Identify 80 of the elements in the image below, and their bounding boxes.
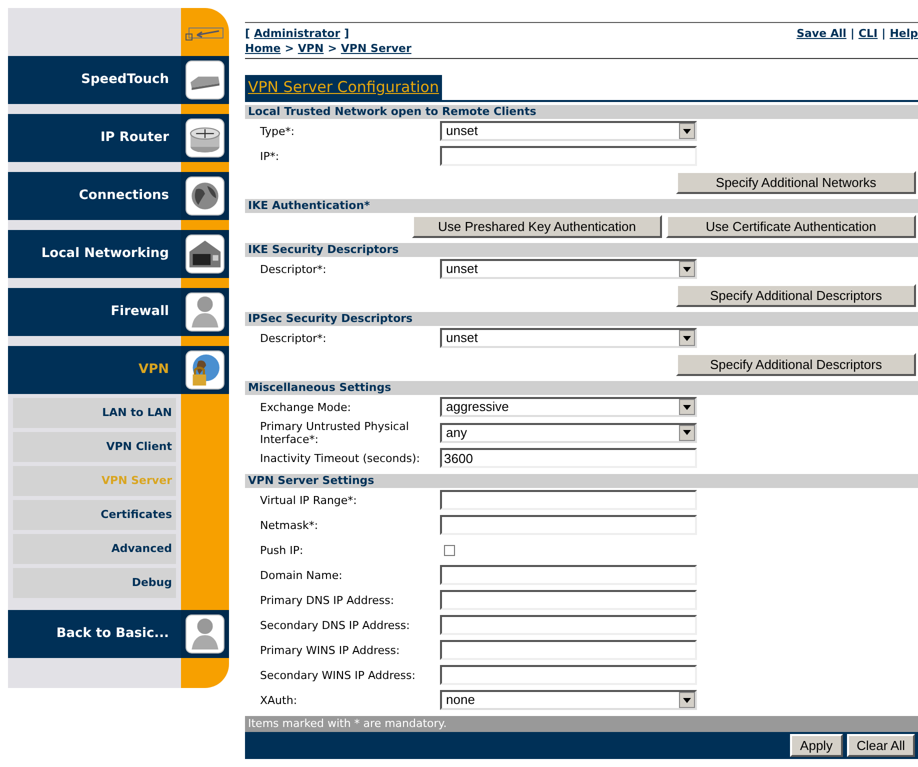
subnav-item[interactable]: Certificates bbox=[13, 500, 176, 530]
house-icon bbox=[185, 234, 225, 274]
back-to-basic-item[interactable]: Back to Basic... bbox=[8, 610, 229, 658]
page-title: VPN Server Configuration bbox=[245, 75, 442, 100]
section-header: IPSec Security Descriptors bbox=[245, 312, 918, 326]
header-link[interactable]: Help bbox=[890, 26, 918, 42]
input-field[interactable] bbox=[440, 590, 697, 610]
form-button[interactable]: Use Certificate Authentication bbox=[666, 214, 916, 238]
field-label: Inactivity Timeout (seconds): bbox=[259, 452, 421, 464]
field-label: Netmask*: bbox=[259, 518, 320, 532]
field-label: Primary DNS IP Address: bbox=[259, 594, 396, 606]
input-field[interactable] bbox=[440, 565, 697, 585]
breadcrumb-separator: > bbox=[284, 41, 294, 56]
nav-item[interactable]: SpeedTouch bbox=[8, 56, 229, 104]
subnav-item[interactable]: Advanced bbox=[13, 534, 176, 564]
field-label: Push IP: bbox=[259, 544, 304, 556]
section-header: VPN Server Settings bbox=[245, 474, 918, 488]
nav-item[interactable]: Firewall bbox=[8, 288, 229, 336]
field-label: IP*: bbox=[259, 150, 280, 162]
section-header: Local Trusted Network open to Remote Clients bbox=[245, 104, 918, 118]
field-label: Secondary WINS IP Address: bbox=[259, 668, 416, 682]
section-header: IKE Security Descriptors bbox=[245, 242, 918, 256]
checkbox[interactable] bbox=[444, 544, 455, 556]
dropdown[interactable]: none bbox=[440, 690, 697, 710]
field-label: XAuth: bbox=[259, 694, 298, 706]
field-label: Domain Name: bbox=[259, 568, 344, 582]
form-button[interactable]: Specify Additional Descriptors bbox=[676, 352, 916, 376]
input-field[interactable] bbox=[440, 515, 697, 535]
footer-button[interactable]: Apply bbox=[790, 734, 843, 756]
dropdown[interactable]: unset bbox=[440, 259, 697, 279]
globe-lock-icon bbox=[185, 350, 225, 390]
nav-item[interactable]: VPN bbox=[8, 346, 229, 394]
field-label: Virtual IP Range*: bbox=[259, 494, 358, 506]
nav-item[interactable]: Connections bbox=[8, 172, 229, 220]
input-field[interactable] bbox=[440, 615, 697, 635]
form-button[interactable]: Use Preshared Key Authentication bbox=[412, 214, 662, 238]
administrator-link[interactable]: Administrator bbox=[254, 26, 340, 41]
dropdown[interactable]: any bbox=[440, 422, 697, 442]
footer-button[interactable]: Clear All bbox=[846, 734, 915, 756]
breadcrumb-separator: > bbox=[328, 41, 337, 56]
modem-icon bbox=[185, 60, 225, 100]
field-label: Descriptor*: bbox=[259, 262, 328, 276]
form-button[interactable]: Specify Additional Descriptors bbox=[676, 284, 916, 306]
input-field[interactable] bbox=[440, 640, 697, 660]
field-label: Type*: bbox=[259, 124, 296, 138]
breadcrumb-link[interactable]: Home bbox=[245, 41, 281, 56]
breadcrumb-link[interactable]: VPN bbox=[298, 41, 324, 56]
dropdown[interactable]: aggressive bbox=[440, 397, 697, 417]
form-button[interactable]: Specify Additional Networks bbox=[676, 170, 916, 194]
subnav-item[interactable]: VPN Client bbox=[13, 432, 176, 462]
dropdown[interactable]: unset bbox=[440, 328, 697, 348]
link-separator: | bbox=[850, 26, 854, 42]
bracket-text: [ bbox=[245, 26, 250, 41]
field-label: Descriptor*: bbox=[259, 332, 328, 344]
link-separator: | bbox=[882, 26, 886, 42]
field-label: Primary Untrusted Physical Interface*: bbox=[259, 420, 410, 446]
router-icon bbox=[185, 118, 225, 158]
field-label: Secondary DNS IP Address: bbox=[259, 618, 411, 632]
section-header: Miscellaneous Settings bbox=[245, 380, 918, 394]
header-link[interactable]: CLI bbox=[858, 26, 878, 42]
input-field[interactable]: 3600 bbox=[440, 448, 697, 468]
subnav-item[interactable]: LAN to LAN bbox=[13, 398, 176, 428]
section-header: IKE Authentication* bbox=[245, 198, 918, 212]
input-field[interactable] bbox=[440, 490, 697, 510]
input-field[interactable] bbox=[440, 665, 697, 685]
input-field[interactable] bbox=[440, 146, 697, 166]
footer-note: Items marked with * are mandatory. bbox=[245, 716, 918, 732]
person-icon bbox=[185, 292, 225, 332]
nav-item[interactable]: Local Networking bbox=[8, 230, 229, 278]
collapse-arrow-icon[interactable] bbox=[185, 26, 225, 42]
field-label: Exchange Mode: bbox=[259, 400, 352, 414]
person-icon bbox=[185, 614, 225, 654]
globe-icon bbox=[185, 176, 225, 216]
bracket-text: ] bbox=[344, 26, 350, 41]
breadcrumb-link[interactable]: VPN Server bbox=[340, 41, 412, 56]
nav-item[interactable]: IP Router bbox=[8, 114, 229, 162]
field-label: Primary WINS IP Address: bbox=[259, 644, 401, 656]
header-link[interactable]: Save All bbox=[796, 26, 846, 42]
dropdown[interactable]: unset bbox=[440, 121, 697, 141]
subnav-item[interactable]: Debug bbox=[13, 568, 176, 598]
